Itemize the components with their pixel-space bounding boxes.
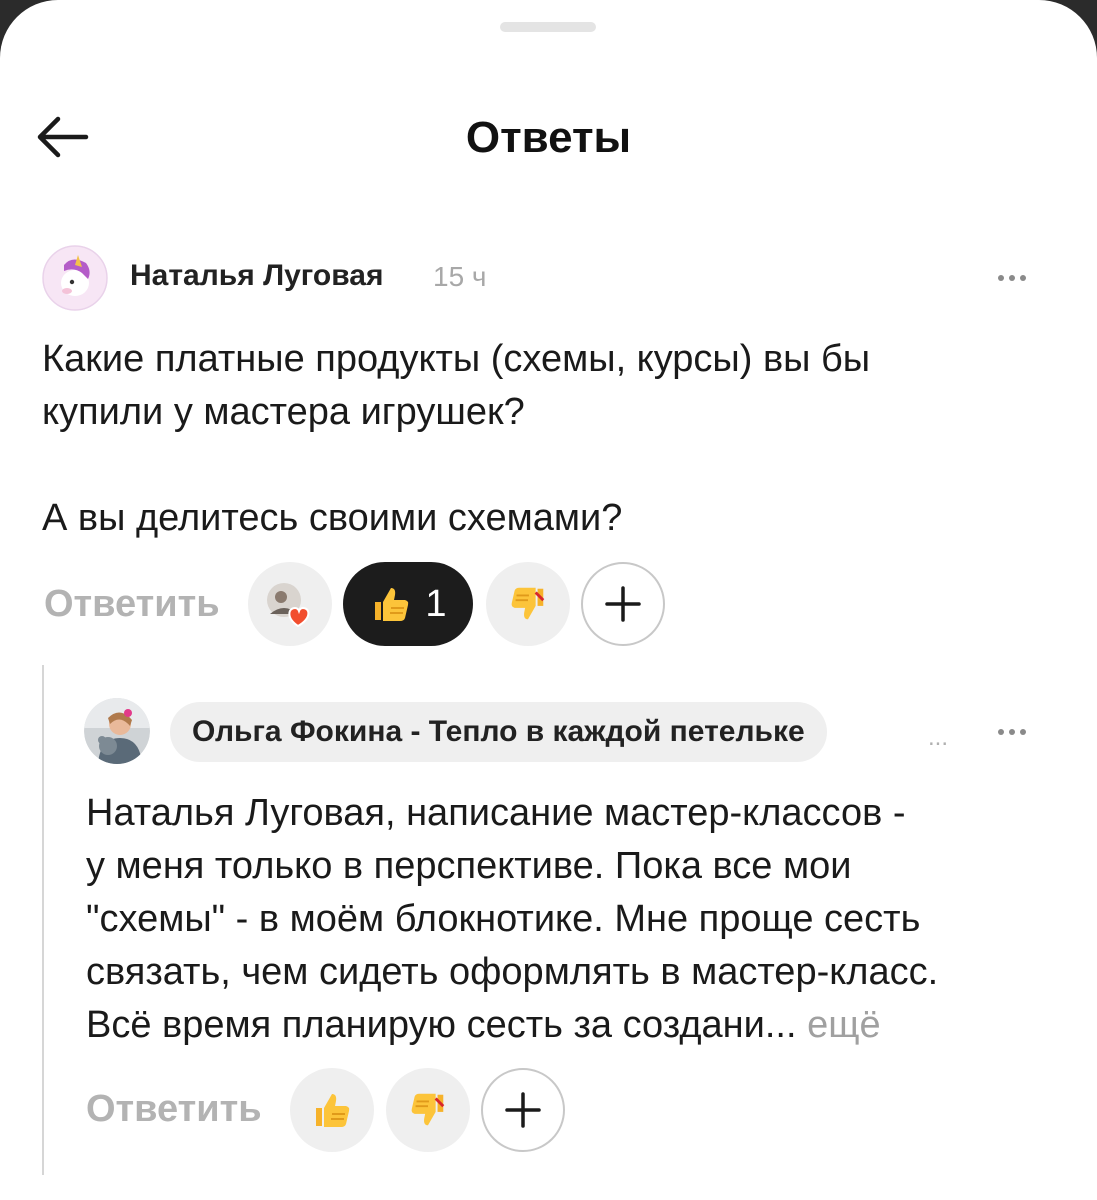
more-dot-icon	[1009, 729, 1015, 735]
post-text-line: Какие платные продукты (схемы, курсы) вы…	[42, 338, 871, 380]
reply-more-button[interactable]	[982, 712, 1042, 752]
header: Ответы	[0, 95, 1097, 185]
post-author-avatar[interactable]	[42, 245, 108, 311]
show-more-link[interactable]: ещё	[807, 1004, 881, 1046]
post-author-name[interactable]: Наталья Луговая	[130, 259, 383, 293]
post-reply-button[interactable]: Ответить	[44, 583, 220, 626]
plus-icon	[505, 1092, 541, 1128]
reply-author-avatar[interactable]	[84, 698, 150, 764]
more-dot-icon	[1009, 275, 1015, 281]
thread-line	[42, 665, 44, 1175]
sheet-grabber-handle[interactable]	[500, 22, 596, 32]
post-timestamp: 15 ч	[433, 261, 487, 292]
thumbs-down-icon	[511, 587, 545, 620]
add-reaction-button[interactable]	[581, 562, 665, 646]
like-count: 1	[425, 582, 447, 625]
reply-text-line: "схемы" - в моём блокнотике. Мне проще с…	[86, 898, 921, 940]
unicorn-avatar-icon	[42, 245, 108, 311]
post-more-button[interactable]	[982, 258, 1042, 298]
more-dot-icon	[1020, 275, 1026, 281]
reply-text-truncated: Всё время планирую сесть за создани...	[86, 1004, 797, 1046]
page-title: Ответы	[465, 113, 632, 162]
more-dot-icon	[998, 275, 1004, 281]
dislike-button[interactable]	[486, 562, 570, 646]
reply-text-line: связать, чем сидеть оформлять в мастер-к…	[86, 951, 939, 993]
post-text-line: А вы делитесь своими схемами?	[42, 497, 623, 539]
post-text-line: купили у мастера игрушек?	[42, 391, 525, 433]
reply-text-line: Всё время планирую сесть за создани... е…	[86, 999, 1076, 1052]
more-dot-icon	[998, 729, 1004, 735]
reply-text-line: Наталья Луговая, написание мастер-классо…	[86, 792, 906, 834]
thumbs-down-icon	[411, 1093, 445, 1126]
post-text-line	[42, 439, 1052, 492]
reply-add-reaction-button[interactable]	[481, 1068, 565, 1152]
reply-reply-button[interactable]: Ответить	[86, 1088, 262, 1131]
thumbs-up-icon	[316, 1094, 350, 1127]
like-button-active[interactable]: 1	[343, 562, 473, 646]
reply-text-line: у меня только в перспективе. Пока все мо…	[86, 845, 852, 887]
reactor-avatar-heart-icon	[267, 583, 310, 628]
reply-text: Наталья Луговая, написание мастер-классо…	[86, 787, 1076, 1052]
thumbs-up-icon	[375, 588, 409, 621]
bottom-sheet: Ответы Наталья Луговая 15 ч Какие платны…	[0, 0, 1097, 1200]
reply-dislike-button[interactable]	[386, 1068, 470, 1152]
post-text: Какие платные продукты (схемы, курсы) вы…	[42, 333, 1052, 545]
reply-like-button[interactable]	[290, 1068, 374, 1152]
plus-icon	[605, 586, 641, 622]
photo-avatar-icon	[84, 698, 150, 764]
more-dot-icon	[1020, 729, 1026, 735]
reply-author-ellipsis: ...	[928, 724, 949, 751]
reply-author-chip[interactable]: Ольга Фокина - Тепло в каждой петельке	[170, 702, 827, 762]
reactors-button[interactable]	[248, 562, 332, 646]
